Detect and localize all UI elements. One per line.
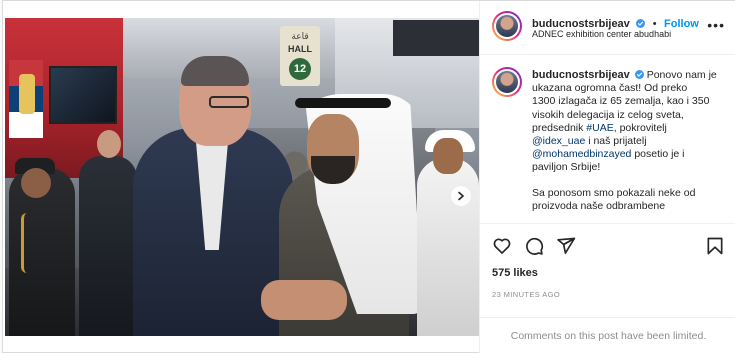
avatar[interactable]	[492, 11, 522, 41]
instagram-post: قاعة HALL 12 buducnostsrbijeav • Follow …	[2, 0, 735, 353]
post-header: buducnostsrbijeav • Follow ADNEC exhibit…	[480, 1, 735, 55]
sheikh-agal	[295, 98, 391, 108]
caption-text: paviljon Srbije!	[532, 161, 601, 174]
caption-text: Ponovo nam je	[646, 69, 717, 81]
post-caption: buducnostsrbijeav Ponovo nam je ukazana …	[532, 69, 728, 213]
guard-head	[21, 168, 51, 198]
share-button[interactable]	[556, 236, 576, 256]
post-photo[interactable]: قاعة HALL 12	[5, 18, 479, 336]
man-in-suit-figure	[79, 156, 137, 336]
man-in-suit-head	[97, 130, 121, 158]
verified-badge-icon	[634, 70, 644, 79]
caption-username-link[interactable]: buducnostsrbijeav	[532, 69, 630, 81]
caption-avatar[interactable]	[492, 67, 522, 97]
action-bar	[480, 223, 735, 265]
glasses	[209, 96, 249, 108]
caption-text: pokrovitelj	[619, 121, 667, 134]
serbian-flag-white	[9, 112, 43, 138]
post-timestamp[interactable]: 23 MINUTES AGO	[492, 290, 560, 299]
photo-scene: قاعة HALL 12	[5, 18, 479, 336]
share-icon	[557, 237, 576, 254]
chevron-right-icon	[458, 191, 464, 201]
comments-limited-notice: Comments on this post have been limited.	[480, 317, 735, 353]
handshake	[261, 280, 347, 320]
heart-icon	[493, 238, 511, 254]
caption-paragraph-1: buducnostsrbijeav Ponovo nam je ukazana …	[532, 69, 728, 175]
hall-sign: قاعة HALL 12	[280, 26, 320, 86]
hall-sign-arabic: قاعة	[291, 32, 309, 42]
caption-line: predsednik #UAE, pokrovitelj	[532, 121, 667, 134]
like-button[interactable]	[492, 236, 512, 256]
man-in-kandura-figure	[417, 158, 479, 336]
verified-badge-icon	[636, 19, 646, 28]
bookmark-icon	[707, 237, 723, 255]
more-options-icon[interactable]: •••	[707, 17, 725, 33]
president-hair	[181, 56, 249, 86]
like-count[interactable]: 575 likes	[492, 267, 538, 279]
hall-sign-number: 12	[289, 58, 311, 80]
avatar-photo	[494, 69, 520, 95]
caption-text: Sa ponosom smo pokazali neke od	[532, 186, 696, 199]
guard-aiguillette	[21, 213, 33, 273]
comment-icon	[526, 237, 544, 255]
caption-text: posetio je i	[634, 148, 685, 161]
booth-right-panel	[393, 20, 479, 56]
caption-text: 1300 izlagača iz 65 zemalja, kao i 350	[532, 95, 710, 108]
serbian-crest	[19, 74, 35, 114]
caption-area: buducnostsrbijeav Ponovo nam je ukazana …	[480, 55, 735, 221]
save-button[interactable]	[705, 236, 725, 256]
caption-text: visokih delegacija iz celog sveta,	[532, 108, 684, 121]
mention-mbz-link[interactable]: @mohamedbinzayed	[532, 148, 631, 160]
hall-sign-text: HALL	[288, 44, 312, 54]
booth-screen	[49, 66, 117, 124]
mention-idex-link[interactable]: @idex_uae	[532, 135, 585, 147]
post-side-panel: buducnostsrbijeav • Follow ADNEC exhibit…	[479, 1, 735, 353]
caption-paragraph-2: Sa ponosom smo pokazali neke od proizvod…	[532, 187, 728, 213]
caption-text: i naš prijatelj	[588, 135, 647, 148]
location-link[interactable]: ADNEC exhibition center abudhabi	[532, 29, 671, 39]
man-in-kandura-face	[433, 138, 463, 174]
caption-text: proizvoda naše odbrambene	[532, 199, 666, 212]
avatar-photo	[494, 13, 520, 39]
hashtag-uae-link[interactable]: #UAE	[586, 122, 613, 134]
caption-line: @idex_uae i naš prijatelj	[532, 135, 728, 148]
carousel-next-button[interactable]	[451, 186, 471, 206]
comment-button[interactable]	[524, 236, 544, 256]
caption-text: ukazana ogromna čast! Od preko	[532, 82, 688, 95]
caption-text: predsednik	[532, 121, 584, 134]
caption-line: @mohamedbinzayed posetio je i	[532, 148, 728, 161]
